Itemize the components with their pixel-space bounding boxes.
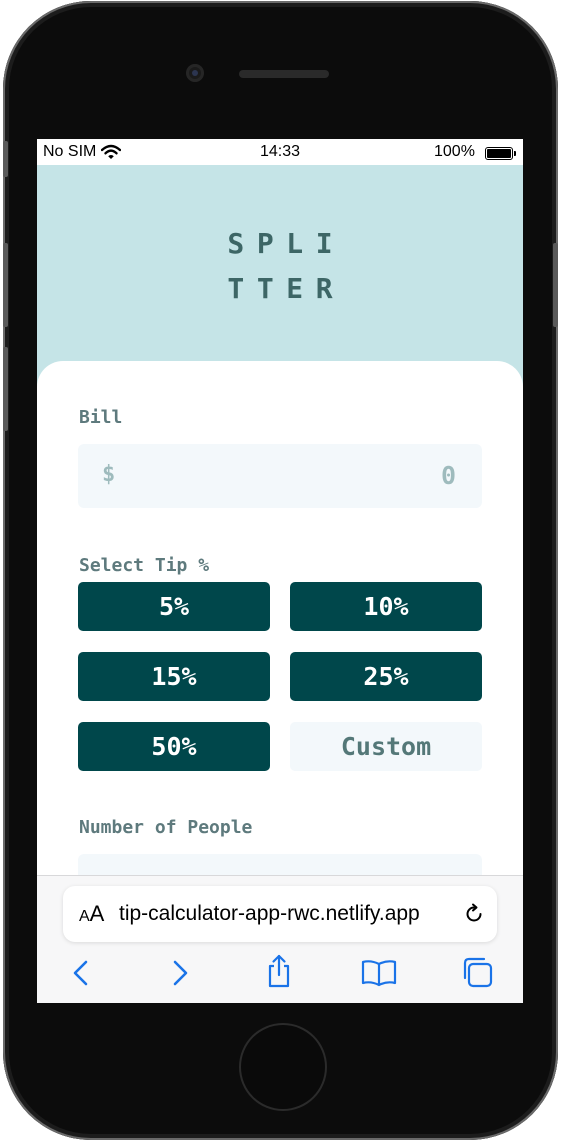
volume-up-button [3,243,8,327]
power-button [553,243,558,327]
text-size-button[interactable]: AA [79,901,104,927]
bill-label: Bill [79,407,123,428]
back-icon[interactable] [70,959,92,991]
bookmarks-icon[interactable] [361,959,397,991]
tip-button-15[interactable]: 15% [78,652,270,701]
tabs-icon[interactable] [461,956,495,994]
people-label: Number of People [79,817,253,838]
url-value: tip-calculator-app-rwc.netlify.app [119,902,420,925]
tip-button-5[interactable]: 5% [78,582,270,631]
battery-percent: 100% [434,143,475,160]
volume-down-button [3,347,8,431]
battery-icon [485,147,513,160]
address-bar[interactable]: AA tip-calculator-app-rwc.netlify.app [63,886,497,942]
url-text[interactable]: tip-calculator-app-rwc.netlify.app [119,902,457,928]
custom-tip-input[interactable]: Custom [290,722,482,771]
share-icon[interactable] [265,954,293,992]
front-camera [186,64,204,82]
bill-value: 0 [440,461,456,490]
earpiece-speaker [239,70,329,78]
reload-icon[interactable] [463,903,485,929]
forward-icon[interactable] [169,959,191,991]
safari-toolbar: AA tip-calculator-app-rwc.netlify.app [37,875,523,1003]
home-button[interactable] [241,1025,325,1109]
battery-tip [514,151,516,156]
dollar-icon: $ [102,462,116,487]
tip-label: Select Tip % [79,555,210,576]
bill-input[interactable]: $ 0 [78,444,482,508]
tip-button-50[interactable]: 50% [78,722,270,771]
logo-line-2: TTER [227,272,346,305]
tip-button-10[interactable]: 10% [290,582,482,631]
mute-switch [3,141,8,177]
screen: No SIM 14:33 100% SPLI TTER Bill $ 0 Sel… [37,139,523,1003]
status-bar: No SIM 14:33 100% [37,139,523,165]
tip-button-25[interactable]: 25% [290,652,482,701]
logo-line-1: SPLI [227,227,346,260]
